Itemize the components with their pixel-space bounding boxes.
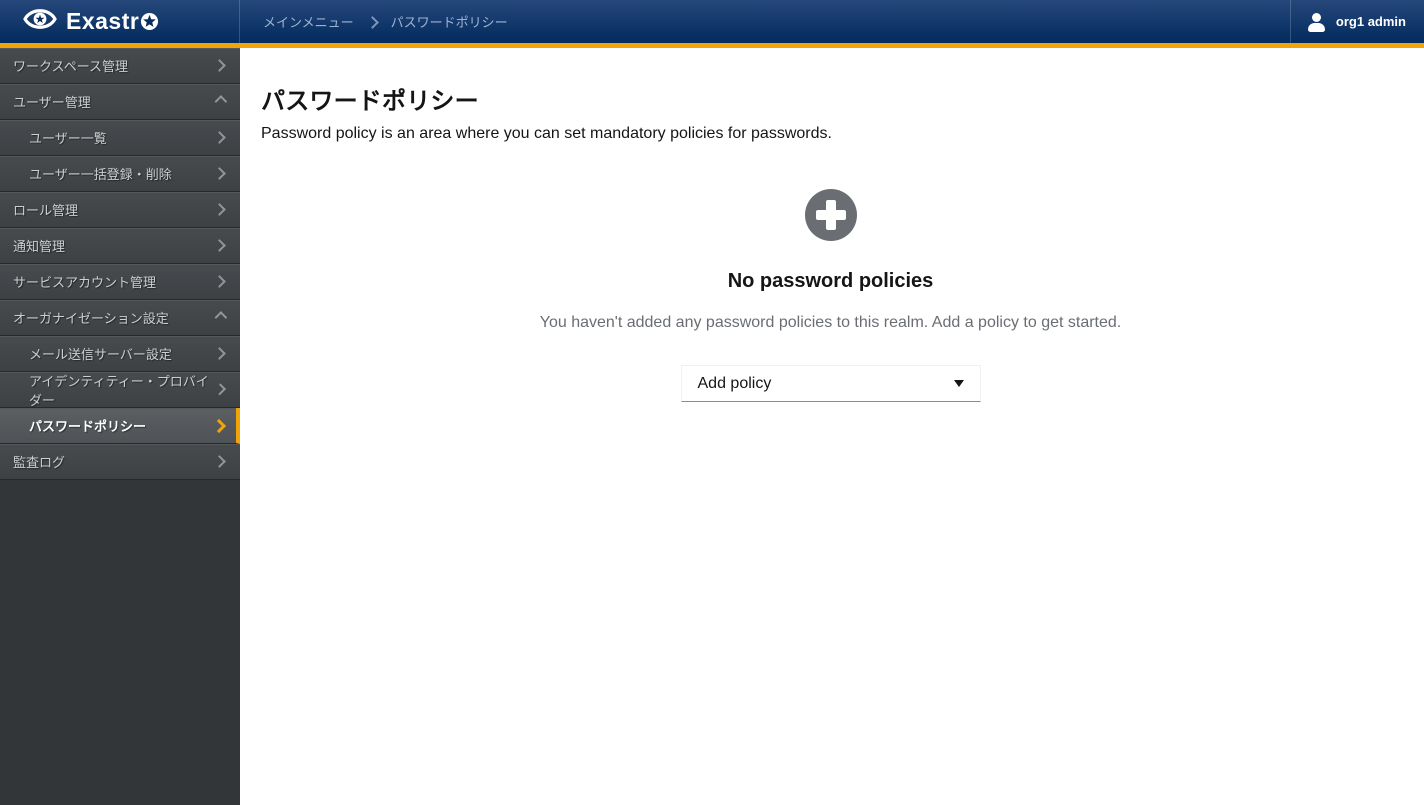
sidebar-item-label: ワークスペース管理 bbox=[13, 59, 129, 74]
caret-down-icon bbox=[953, 380, 964, 387]
sidebar-item-mail-server-settings[interactable]: メール送信サーバー設定 bbox=[0, 336, 240, 372]
sidebar-item-label: アイデンティティー・プロバイダー bbox=[29, 373, 209, 408]
sidebar-item-role-management[interactable]: ロール管理 bbox=[0, 192, 240, 228]
sidebar-item-notification-management[interactable]: 通知管理 bbox=[0, 228, 240, 264]
page-title: パスワードポリシー bbox=[261, 88, 479, 115]
sidebar: ワークスペース管理 ユーザー管理ユーザー一覧ユーザー一括登録・削除ロール管理通知管… bbox=[0, 48, 240, 805]
sidebar-item-password-policy[interactable]: パスワードポリシー bbox=[0, 408, 240, 444]
sidebar-item-label: オーガナイゼーション設定 bbox=[13, 311, 169, 326]
chevron-right-icon bbox=[213, 275, 226, 288]
main-content: パスワードポリシー Password policy is an area whe… bbox=[240, 48, 1424, 805]
sidebar-item-organization-settings[interactable]: オーガナイゼーション設定 bbox=[0, 300, 240, 336]
app-header: Exastr メインメニュー パスワードポリシー org1 admin bbox=[0, 0, 1424, 48]
sidebar-item-label: 通知管理 bbox=[13, 239, 66, 254]
sidebar-item-service-account-management[interactable]: サービスアカウント管理 bbox=[0, 264, 240, 300]
sidebar-item-label: ユーザー管理 bbox=[13, 95, 91, 110]
app-window: Exastr メインメニュー パスワードポリシー org1 admin ワークス… bbox=[0, 0, 1424, 805]
logo-text: Exastr bbox=[66, 8, 159, 35]
sidebar-item-label: ユーザー一覧 bbox=[29, 131, 107, 146]
sidebar-item-label: サービスアカウント管理 bbox=[13, 275, 157, 290]
chevron-right-icon bbox=[211, 418, 227, 433]
chevron-right-icon bbox=[213, 239, 226, 252]
sidebar-item-identity-provider[interactable]: アイデンティティー・プロバイダー bbox=[0, 372, 240, 408]
sidebar-item-workspace-management[interactable]: ワークスペース管理 bbox=[0, 48, 240, 84]
chevron-up-icon bbox=[214, 95, 228, 108]
exastro-eye-icon bbox=[22, 5, 58, 38]
sidebar-item-label: ロール管理 bbox=[13, 203, 79, 218]
chevron-right-icon bbox=[213, 167, 226, 180]
chevron-right-icon bbox=[213, 455, 226, 468]
user-icon bbox=[1307, 12, 1327, 32]
sidebar-item-user-list[interactable]: ユーザー一覧 bbox=[0, 120, 240, 156]
empty-state: No password policies You haven't added a… bbox=[261, 143, 1400, 402]
user-menu[interactable]: org1 admin bbox=[1289, 0, 1424, 43]
empty-state-heading: No password policies bbox=[727, 270, 934, 292]
breadcrumb-main-menu[interactable]: メインメニュー bbox=[263, 12, 354, 31]
chevron-right-icon bbox=[213, 347, 226, 360]
sidebar-item-label: 監査ログ bbox=[13, 455, 66, 470]
user-name: org1 admin bbox=[1335, 14, 1406, 29]
chevron-right-icon bbox=[365, 15, 379, 29]
sidebar-menu: ワークスペース管理 ユーザー管理ユーザー一覧ユーザー一括登録・削除ロール管理通知管… bbox=[0, 48, 240, 480]
chevron-right-icon bbox=[213, 131, 226, 144]
sidebar-item-label: ユーザー一括登録・削除 bbox=[29, 167, 172, 182]
chevron-up-icon bbox=[214, 311, 228, 324]
chevron-right-icon bbox=[213, 59, 226, 72]
logo[interactable]: Exastr bbox=[0, 0, 240, 43]
sidebar-item-audit-log[interactable]: 監査ログ bbox=[0, 444, 240, 480]
page-description: Password policy is an area where you can… bbox=[261, 125, 832, 142]
add-policy-select-value: Add policy bbox=[697, 374, 772, 392]
chevron-right-icon bbox=[213, 203, 226, 216]
sidebar-item-label: メール送信サーバー設定 bbox=[29, 347, 172, 362]
empty-state-body: You haven't added any password policies … bbox=[539, 314, 1122, 331]
sidebar-item-label: パスワードポリシー bbox=[29, 419, 147, 434]
breadcrumb-password-policy[interactable]: パスワードポリシー bbox=[391, 12, 508, 31]
plus-circle-icon bbox=[804, 189, 857, 241]
star-o-icon bbox=[141, 12, 159, 31]
sidebar-item-user-bulk-register-delete[interactable]: ユーザー一括登録・削除 bbox=[0, 156, 240, 192]
add-policy-select[interactable]: Add policy bbox=[680, 365, 981, 402]
breadcrumb: メインメニュー パスワードポリシー bbox=[240, 0, 1290, 43]
sidebar-item-user-management[interactable]: ユーザー管理 bbox=[0, 84, 240, 120]
